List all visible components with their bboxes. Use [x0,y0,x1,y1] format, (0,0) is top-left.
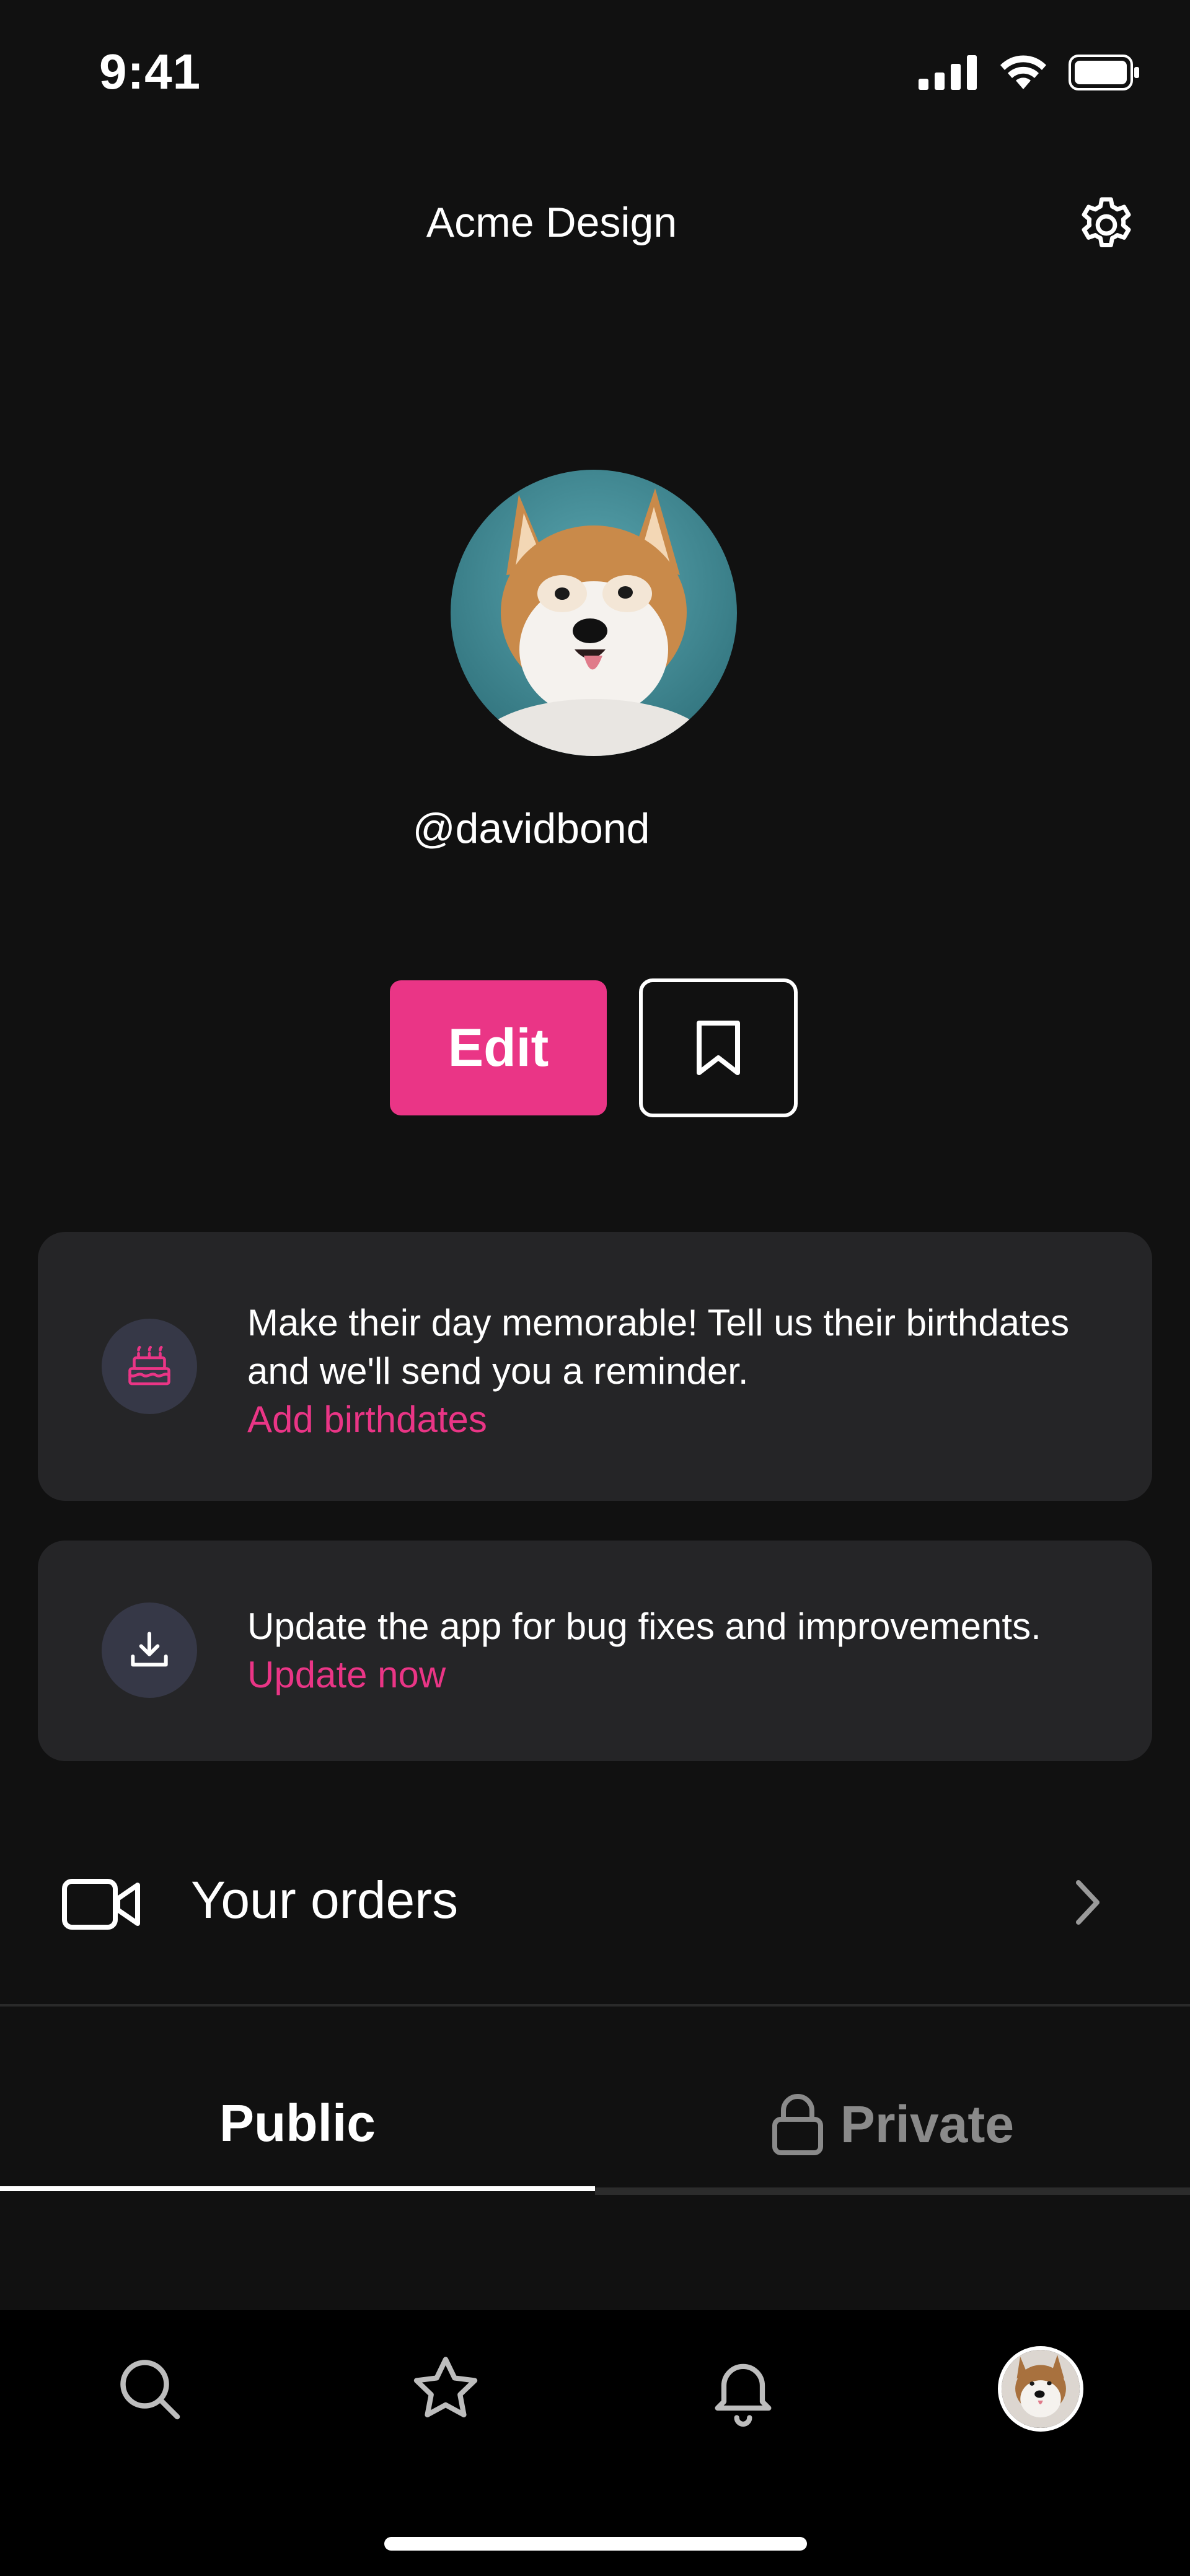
nav-profile-avatar[interactable] [998,2346,1083,2432]
username: @davidbond [412,805,650,852]
dog-avatar-image [451,470,737,756]
tab-public[interactable]: Public [0,2093,595,2153]
nav-notifications[interactable] [703,2349,783,2429]
bookmark-icon [697,1021,740,1075]
card-message: Make their day memorable! Tell us their … [247,1299,1096,1444]
profile-avatar-image [1002,2350,1080,2428]
video-camera-icon [62,1878,141,1934]
search-icon [120,2360,180,2420]
signal-icon [919,55,977,90]
active-tab-indicator [0,2186,595,2191]
your-orders-link[interactable]: Your orders [191,1870,458,1930]
nav-search[interactable] [109,2349,190,2429]
bell-icon [715,2363,772,2427]
update-now-link[interactable]: Update now [247,1651,1096,1699]
update-app-card: Update the app for bug fixes and improve… [38,1541,1152,1761]
home-indicator [384,2537,807,2551]
status-time: 9:41 [99,44,201,99]
bookmark-button[interactable] [639,978,798,1117]
card-message: Update the app for bug fixes and improve… [247,1602,1096,1699]
battery-icon [1069,55,1139,90]
birthday-reminder-card: Make their day memorable! Tell us their … [38,1232,1152,1501]
lock-icon [772,2094,823,2155]
chevron-right-icon[interactable] [1072,1878,1103,1930]
divider [0,2004,1190,2007]
wifi-icon [1000,55,1046,89]
download-icon [131,1632,168,1667]
avatar[interactable] [451,470,737,756]
tab-private-label: Private [840,2095,1015,2153]
add-birthdates-link[interactable]: Add birthdates [247,1396,1096,1444]
card-body-text: Make their day memorable! Tell us their … [247,1302,1070,1392]
status-icons [919,55,1140,90]
tab-track [595,2187,1190,2195]
star-icon [413,2357,478,2417]
nav-favorites[interactable] [405,2349,486,2429]
gear-icon [1082,197,1131,247]
card-body-text: Update the app for bug fixes and improve… [247,1606,1041,1647]
settings-button[interactable] [1072,191,1140,259]
card-icon-container [102,1602,197,1698]
page-title: Acme Design [426,199,677,246]
tab-private[interactable]: Private [595,2093,1190,2155]
edit-button[interactable]: Edit [390,980,607,1115]
birthday-cake-icon [128,1345,170,1386]
card-icon-container [102,1319,197,1414]
